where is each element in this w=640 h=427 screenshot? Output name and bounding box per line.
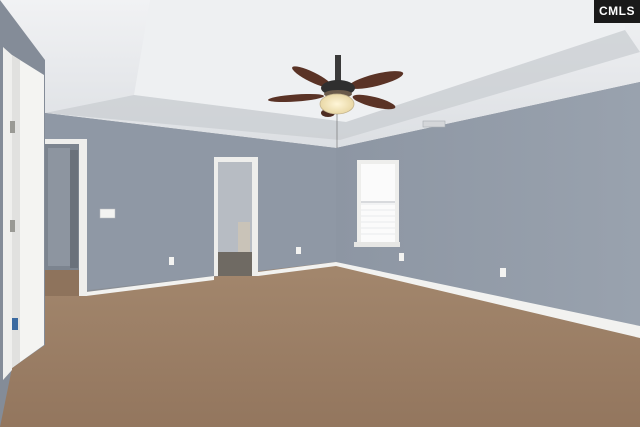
outlet — [399, 253, 404, 261]
air-vent — [422, 120, 446, 128]
door-stopper — [12, 318, 18, 330]
hallway-door-trim — [79, 139, 87, 296]
light-switch — [99, 208, 116, 219]
cmls-watermark: CMLS — [594, 0, 640, 23]
outlet — [169, 257, 174, 265]
outlet — [296, 247, 301, 254]
outlet — [500, 268, 506, 277]
door-hinge — [10, 121, 15, 133]
room-illustration — [0, 0, 640, 427]
window-glass — [361, 164, 395, 242]
bedroom-photo: CMLS — [0, 0, 640, 427]
fan-light — [319, 93, 355, 115]
window-sill — [354, 242, 400, 247]
left-door-frame — [3, 47, 12, 380]
door-hinge — [10, 220, 15, 232]
